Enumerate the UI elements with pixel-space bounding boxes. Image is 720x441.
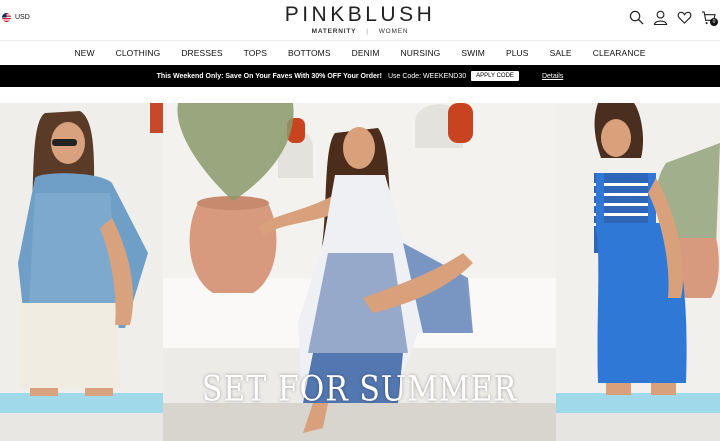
brand-logo[interactable]: PINKBLUSH MATERNITY | WOMEN	[0, 3, 720, 35]
main-nav: NEW CLOTHING DRESSES TOPS BOTTOMS DENIM …	[0, 40, 720, 64]
top-bar: USD PINKBLUSH MATERNITY | WOMEN 0	[0, 0, 720, 40]
nav-item-tops[interactable]: TOPS	[244, 48, 267, 58]
apply-code-button[interactable]: APPLY CODE	[471, 71, 519, 81]
nav-item-clothing[interactable]: CLOTHING	[116, 48, 161, 58]
nav-item-denim[interactable]: DENIM	[352, 48, 380, 58]
nav-item-nursing[interactable]: NURSING	[401, 48, 441, 58]
hero-image-left[interactable]	[0, 103, 163, 441]
brand-separator: |	[366, 28, 369, 35]
wishlist-icon[interactable]	[677, 10, 692, 25]
hero-banner[interactable]: SET FOR SUMMER	[0, 103, 720, 441]
nav-item-plus[interactable]: PLUS	[506, 48, 529, 58]
cart-icon[interactable]: 0	[701, 10, 718, 26]
promo-code-text: Use Code: WEEKEND30	[387, 72, 467, 80]
hero-image-right[interactable]	[556, 103, 720, 441]
header-icons: 0	[629, 10, 718, 26]
promo-details-link[interactable]: Details	[542, 73, 563, 80]
brand-name: PINKBLUSH	[284, 3, 436, 26]
nav-item-bottoms[interactable]: BOTTOMS	[288, 48, 331, 58]
cart-count-badge: 0	[710, 18, 718, 26]
hero-headline: SET FOR SUMMER	[201, 369, 518, 410]
brand-maternity-link[interactable]: MATERNITY	[312, 28, 357, 35]
nav-item-new[interactable]: NEW	[74, 48, 94, 58]
promo-banner: This Weekend Only: Save On Your Faves Wi…	[0, 65, 720, 87]
brand-subnav: MATERNITY | WOMEN	[0, 28, 720, 35]
nav-item-sale[interactable]: SALE	[550, 48, 572, 58]
nav-item-clearance[interactable]: CLEARANCE	[593, 48, 646, 58]
nav-item-dresses[interactable]: DRESSES	[181, 48, 222, 58]
account-icon[interactable]	[653, 10, 668, 25]
search-icon[interactable]	[629, 10, 644, 25]
brand-women-link[interactable]: WOMEN	[379, 28, 409, 35]
promo-message: This Weekend Only: Save On Your Faves Wi…	[156, 72, 382, 80]
nav-item-swim[interactable]: SWIM	[461, 48, 485, 58]
